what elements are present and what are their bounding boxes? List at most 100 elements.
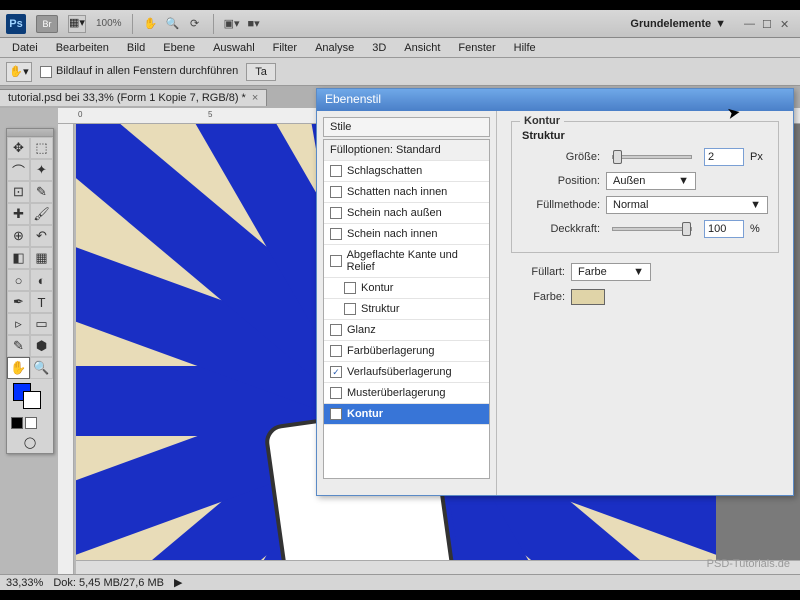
screen-mode-icon[interactable]: ▣▾ bbox=[224, 16, 240, 32]
maximize-button[interactable]: ☐ bbox=[762, 18, 776, 30]
menu-bearbeiten[interactable]: Bearbeiten bbox=[48, 40, 117, 56]
tool-heal[interactable]: ✚ bbox=[7, 203, 30, 225]
tool-marquee[interactable]: ⬚ bbox=[30, 137, 53, 159]
status-arrow-icon[interactable]: ▶ bbox=[174, 576, 182, 589]
tool-gradient[interactable]: ▦ bbox=[30, 247, 53, 269]
styles-header[interactable]: Stile bbox=[323, 117, 490, 137]
position-dropdown[interactable]: Außen▼ bbox=[606, 172, 696, 190]
menu-filter[interactable]: Filter bbox=[265, 40, 305, 56]
quickmask-button[interactable]: ◯ bbox=[7, 431, 53, 453]
color-swatches[interactable] bbox=[11, 383, 49, 413]
style-row[interactable]: Abgeflachte Kante und Relief bbox=[324, 245, 489, 278]
dialog-titlebar[interactable]: Ebenenstil bbox=[317, 89, 793, 111]
tool-notes[interactable]: ✎ bbox=[7, 335, 30, 357]
menu-ebene[interactable]: Ebene bbox=[155, 40, 203, 56]
style-row[interactable]: ✓Verlaufsüberlagerung bbox=[324, 362, 489, 383]
style-checkbox[interactable]: ✓ bbox=[330, 366, 342, 378]
menu-datei[interactable]: Datei bbox=[4, 40, 46, 56]
tool-eraser[interactable]: ◧ bbox=[7, 247, 30, 269]
blend-options-row[interactable]: Fülloptionen: Standard bbox=[324, 140, 489, 161]
style-checkbox[interactable] bbox=[330, 207, 342, 219]
chevron-down-icon: ▼ bbox=[750, 199, 761, 211]
tool-brush[interactable]: 🖌 bbox=[30, 203, 53, 225]
style-checkbox[interactable] bbox=[330, 165, 342, 177]
tool-dodge[interactable]: ◐ bbox=[30, 269, 53, 291]
tool-3d[interactable]: ⬢ bbox=[30, 335, 53, 357]
tool-blur[interactable]: ○ bbox=[7, 269, 30, 291]
style-row[interactable]: Schlagschatten bbox=[324, 161, 489, 182]
style-row[interactable]: Glanz bbox=[324, 320, 489, 341]
menu-3d[interactable]: 3D bbox=[364, 40, 394, 56]
close-tab-icon[interactable]: × bbox=[252, 92, 258, 104]
size-input[interactable] bbox=[704, 148, 744, 166]
mini-swatch[interactable] bbox=[25, 417, 37, 429]
ps-logo-icon: Ps bbox=[6, 14, 26, 34]
style-row[interactable]: Schatten nach innen bbox=[324, 182, 489, 203]
tool-eyedrop[interactable]: ✎ bbox=[30, 181, 53, 203]
style-row[interactable]: ✓Kontur bbox=[324, 404, 489, 425]
style-checkbox[interactable] bbox=[330, 345, 342, 357]
tool-lasso[interactable]: ⌒ bbox=[7, 159, 30, 181]
bridge-button[interactable]: Br bbox=[36, 15, 58, 33]
style-checkbox[interactable] bbox=[344, 282, 356, 294]
style-checkbox[interactable]: ✓ bbox=[330, 408, 342, 420]
arrange-icon[interactable]: ■▾ bbox=[246, 16, 262, 32]
document-tab[interactable]: tutorial.psd bei 33,3% (Form 1 Kopie 7, … bbox=[0, 89, 267, 106]
style-checkbox[interactable] bbox=[344, 303, 356, 315]
style-row[interactable]: Schein nach außen bbox=[324, 203, 489, 224]
scrollbar-horizontal[interactable] bbox=[76, 560, 800, 574]
menu-fenster[interactable]: Fenster bbox=[450, 40, 503, 56]
opacity-slider[interactable] bbox=[612, 227, 692, 231]
tool-pen[interactable]: ✒ bbox=[7, 291, 30, 313]
style-label: Struktur bbox=[361, 303, 400, 315]
close-button[interactable]: ✕ bbox=[780, 18, 794, 30]
blendmode-dropdown[interactable]: Normal▼ bbox=[606, 196, 768, 214]
style-label: Farbüberlagerung bbox=[347, 345, 434, 357]
style-checkbox[interactable] bbox=[330, 255, 342, 267]
scroll-all-checkbox[interactable]: Bildlauf in allen Fenstern durchführen bbox=[40, 65, 238, 77]
style-checkbox[interactable] bbox=[330, 228, 342, 240]
style-checkbox[interactable] bbox=[330, 387, 342, 399]
blendmode-label: Füllmethode: bbox=[522, 199, 600, 211]
style-row[interactable]: Schein nach innen bbox=[324, 224, 489, 245]
hand-icon[interactable]: ✋ bbox=[143, 16, 159, 32]
menu-hilfe[interactable]: Hilfe bbox=[506, 40, 544, 56]
rotate-icon[interactable]: ⟳ bbox=[187, 16, 203, 32]
menu-ansicht[interactable]: Ansicht bbox=[396, 40, 448, 56]
color-swatch[interactable] bbox=[571, 289, 605, 305]
current-tool-icon[interactable]: ✋▾ bbox=[6, 62, 32, 82]
opacity-input[interactable] bbox=[704, 220, 744, 238]
filltype-dropdown[interactable]: Farbe▼ bbox=[571, 263, 651, 281]
style-label: Schein nach innen bbox=[347, 228, 438, 240]
background-color[interactable] bbox=[23, 391, 41, 409]
menu-auswahl[interactable]: Auswahl bbox=[205, 40, 263, 56]
layout-dropdown[interactable]: ▦▾ bbox=[68, 15, 86, 33]
tool-crop[interactable]: ⊡ bbox=[7, 181, 30, 203]
style-row[interactable]: Kontur bbox=[324, 278, 489, 299]
tool-move[interactable]: ✥ bbox=[7, 137, 30, 159]
mini-swatch[interactable] bbox=[11, 417, 23, 429]
workspace-switcher[interactable]: Grundelemente▼ bbox=[630, 18, 726, 30]
menu-bild[interactable]: Bild bbox=[119, 40, 153, 56]
tool-type[interactable]: T bbox=[30, 291, 53, 313]
menu-analyse[interactable]: Analyse bbox=[307, 40, 362, 56]
tool-history[interactable]: ↶ bbox=[30, 225, 53, 247]
tool-path[interactable]: ▹ bbox=[7, 313, 30, 335]
tool-hand[interactable]: ✋ bbox=[7, 357, 30, 379]
chevron-down-icon: ▼ bbox=[678, 175, 689, 187]
style-row[interactable]: Farbüberlagerung bbox=[324, 341, 489, 362]
style-checkbox[interactable] bbox=[330, 324, 342, 336]
tool-stamp[interactable]: ⊕ bbox=[7, 225, 30, 247]
style-row[interactable]: Struktur bbox=[324, 299, 489, 320]
style-checkbox[interactable] bbox=[330, 186, 342, 198]
style-row[interactable]: Musterüberlagerung bbox=[324, 383, 489, 404]
zoom-icon[interactable]: 🔍 bbox=[165, 16, 181, 32]
tool-zoom[interactable]: 🔍 bbox=[30, 357, 53, 379]
tool-wand[interactable]: ✦ bbox=[30, 159, 53, 181]
tool-shape[interactable]: ▭ bbox=[30, 313, 53, 335]
minimize-button[interactable]: — bbox=[744, 18, 758, 30]
zoom-level: 100% bbox=[96, 18, 122, 29]
toolbox-grip[interactable] bbox=[7, 129, 53, 137]
actual-pixels-button[interactable]: Ta bbox=[246, 63, 276, 81]
size-slider[interactable] bbox=[612, 155, 692, 159]
